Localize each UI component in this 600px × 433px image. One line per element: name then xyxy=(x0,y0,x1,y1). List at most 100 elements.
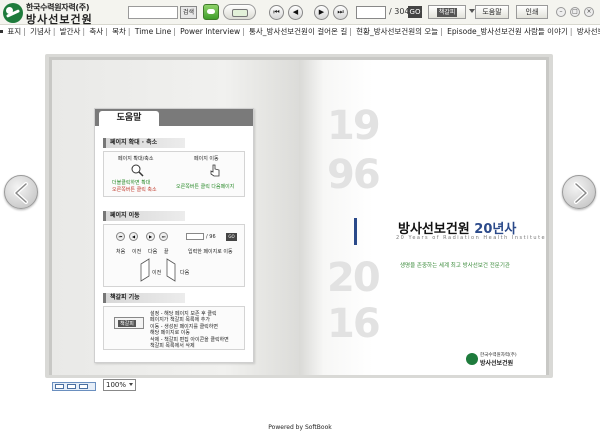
chapter-bullet-icon xyxy=(0,30,3,33)
powered-by-label: Powered by SoftBook xyxy=(268,424,332,431)
last-page-icon: ⏭ xyxy=(159,232,168,241)
last-label: 끝 xyxy=(164,249,169,255)
help-panel-title: 도움말 xyxy=(99,111,159,126)
bookmark-help-box: 책갈피 설정 - 해당 페이지 보존 후 클릭 페이지가 책갈피 목록에 추가 … xyxy=(103,306,245,350)
sample-go-button: GO xyxy=(226,233,237,241)
section-title-page-move: 페이지 이동 xyxy=(103,211,185,221)
chapter-separator: | xyxy=(82,27,85,36)
minimize-icon[interactable]: – xyxy=(556,7,566,17)
help-panel-header: 도움말 xyxy=(95,109,253,126)
maximize-icon[interactable]: □ xyxy=(570,7,580,17)
next-spread-button[interactable] xyxy=(562,175,596,209)
sample-bookmark-button: 책갈피 xyxy=(114,317,144,329)
page-move-help-box: ⏮ ◀ ▶ ⏭ / 96 GO 처음 이전 다음 끝 입력한 페이지로 이동 이… xyxy=(103,224,245,287)
cover-logo: 한국수력원자력(주) 방사선보건원 xyxy=(466,352,528,367)
cover-accent-bar xyxy=(354,218,357,245)
chapter-item[interactable]: 통사_방사선보건원이 걸어온 길 xyxy=(249,27,347,36)
close-icon[interactable]: × xyxy=(584,7,594,17)
chapter-item[interactable]: 축사 xyxy=(89,27,103,36)
chapter-separator: | xyxy=(127,27,131,36)
prev-spread-button[interactable] xyxy=(4,175,38,209)
cover-logo-line2: 방사선보건원 xyxy=(480,360,514,367)
brand-logo[interactable]: 한국수력원자력(주) 방사선보건원 xyxy=(3,2,121,26)
next-label: 다음 xyxy=(148,249,158,255)
sample-bookmark-label: 책갈피 xyxy=(118,320,136,327)
chapter-separator: | xyxy=(173,27,176,36)
thumbnail-view-icon[interactable] xyxy=(79,384,88,389)
prev-page-icon: ◀ xyxy=(129,232,138,241)
page-move-help-label: 페이지 이동 xyxy=(194,156,219,162)
chapter-item[interactable]: 현황_방사선보건원의 오늘 xyxy=(356,27,438,36)
chapter-item[interactable]: 기념사 xyxy=(30,27,51,36)
prev-label: 이전 xyxy=(132,249,142,255)
page-right-icon xyxy=(166,258,176,282)
cover-subtitle: 20 Years of Radiation Health Institute xyxy=(396,235,547,241)
bookmark-desc-6: 책갈피 목록에서 삭제 xyxy=(150,343,195,349)
cover-slogan: 생명을 존중하는 세계 최고 방사선보건 전문기관 xyxy=(400,263,510,269)
go-button[interactable]: GO xyxy=(408,6,422,18)
next-page-icon: ▶ xyxy=(146,232,155,241)
hand-cursor-icon xyxy=(210,164,220,177)
zoom-desc-1: 더블클릭하면 확대 xyxy=(112,180,151,186)
cover-year-start-top: 19 xyxy=(327,103,381,149)
print-button[interactable]: 인쇄 xyxy=(516,5,548,19)
prev-page-label: 이전 xyxy=(152,270,162,276)
magnifier-icon xyxy=(131,164,144,177)
view-toggle-icon[interactable] xyxy=(223,4,256,20)
page-left-icon xyxy=(140,258,150,282)
chapter-nav: 표지 | 기념사 | 발간사 | 축사 | 목차 | Time Line | Power I… xyxy=(0,26,600,37)
chapter-item[interactable]: 발간사 xyxy=(60,27,81,36)
chevron-left-icon xyxy=(14,182,28,204)
cover-year-start-bottom: 96 xyxy=(327,152,381,198)
brand-name-line2: 방사선보건원 xyxy=(26,13,93,26)
chapter-item[interactable]: Power Interview xyxy=(180,27,240,36)
bookmark-label: 책갈피 xyxy=(436,8,458,17)
chapter-item[interactable]: 목차 xyxy=(112,27,126,36)
first-page-button[interactable]: ⏮ xyxy=(269,5,284,20)
page-move-desc: 오른쪽버튼 클릭 다음페이지 xyxy=(176,184,235,190)
search-button[interactable]: 검색 xyxy=(180,6,197,19)
section-title-zoom: 페이지 확대 · 축소 xyxy=(103,138,185,148)
chapter-separator: | xyxy=(105,27,108,36)
search-input[interactable] xyxy=(128,6,178,19)
view-mode-selector[interactable] xyxy=(52,382,96,391)
chapter-separator: | xyxy=(23,27,26,36)
page-total-label: / 304 xyxy=(389,7,410,16)
zoom-desc-2: 오른쪽버튼 클릭 축소 xyxy=(112,187,157,193)
next-page-label: 다음 xyxy=(180,270,190,276)
cover-year-end-bottom: 16 xyxy=(327,301,381,347)
bookmark-desc-2: 페이지가 책갈피 목록에 추가 xyxy=(150,317,210,323)
help-button[interactable]: 도움말 xyxy=(475,5,509,19)
ebook-viewer: 한국수력원자력(주) 방사선보건원 검색 ⏮ ◀ ▶ ⏭ / 304 GO 책갈… xyxy=(0,0,600,433)
chapter-separator: | xyxy=(349,27,352,36)
zoom-help-box: 페이지 확대/축소 페이지 이동 더블클릭하면 확대 오른쪽버튼 클릭 축소 오… xyxy=(103,151,245,197)
prev-page-button[interactable]: ◀ xyxy=(288,5,303,20)
help-panel: 도움말 페이지 확대 · 축소 페이지 확대/축소 페이지 이동 더블클릭하면 … xyxy=(94,108,254,363)
chapter-separator: | xyxy=(569,27,573,36)
chapter-item[interactable]: 방사선보건원을 빛낸 사 xyxy=(577,27,600,36)
sample-page-total: / 96 xyxy=(206,234,216,240)
chapter-item[interactable]: Time Line xyxy=(135,27,171,36)
top-toolbar: 한국수력원자력(주) 방사선보건원 검색 ⏮ ◀ ▶ ⏭ / 304 GO 책갈… xyxy=(0,0,600,26)
message-icon[interactable] xyxy=(203,4,219,20)
cover-year-end-top: 20 xyxy=(327,255,381,301)
next-page-button[interactable]: ▶ xyxy=(314,5,329,20)
chevron-right-icon xyxy=(574,182,588,204)
cover-logo-icon xyxy=(466,353,478,365)
chapter-item[interactable]: 표지 xyxy=(7,27,21,36)
page-number-input[interactable] xyxy=(356,6,386,19)
last-page-button[interactable]: ⏭ xyxy=(333,5,348,20)
zoom-help-label: 페이지 확대/축소 xyxy=(118,156,154,162)
brand-logo-icon xyxy=(3,3,23,23)
first-page-icon: ⏮ xyxy=(116,232,125,241)
zoom-select[interactable]: 100% xyxy=(103,379,136,391)
goto-label: 입력한 페이지로 이동 xyxy=(188,249,233,255)
bookmark-desc-4: 해당 페이지로 이동 xyxy=(150,330,190,336)
section-title-bookmark: 책갈피 기능 xyxy=(103,293,185,303)
first-label: 처음 xyxy=(116,249,126,255)
single-page-view-icon[interactable] xyxy=(55,384,64,389)
chapter-separator: | xyxy=(440,27,443,36)
double-page-view-icon[interactable] xyxy=(67,384,76,389)
bookmark-button[interactable]: 책갈피 xyxy=(428,5,466,19)
chapter-item[interactable]: Episode_방사선보건원 사람들 이야기 xyxy=(447,27,568,36)
